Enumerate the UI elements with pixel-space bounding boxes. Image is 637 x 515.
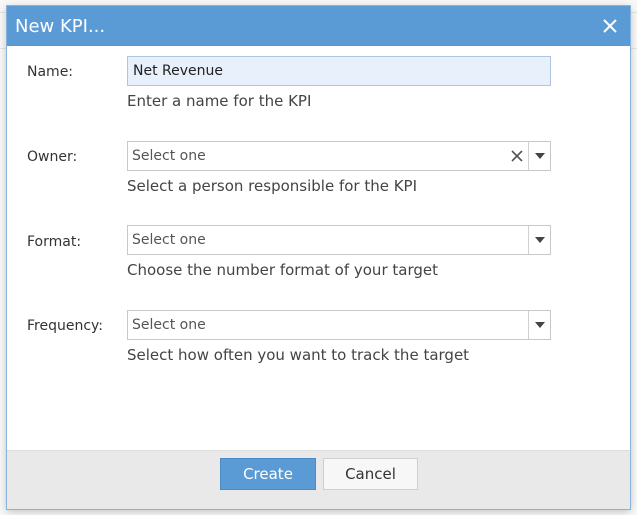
owner-label: Owner: bbox=[27, 149, 78, 165]
name-hint: Enter a name for the KPI bbox=[127, 92, 312, 110]
format-dropdown-button[interactable] bbox=[528, 226, 550, 254]
frequency-hint: Select how often you want to track the t… bbox=[127, 346, 470, 364]
format-hint: Choose the number format of your target bbox=[127, 261, 438, 279]
frequency-dropdown-button[interactable] bbox=[528, 311, 550, 339]
name-label: Name: bbox=[27, 64, 74, 80]
format-label: Format: bbox=[27, 234, 82, 250]
dialog-titlebar: New KPI... bbox=[7, 6, 630, 46]
cancel-button[interactable]: Cancel bbox=[323, 458, 418, 490]
clear-x-icon bbox=[511, 150, 523, 162]
dialog-footer: Create Cancel bbox=[7, 450, 630, 509]
close-button[interactable] bbox=[590, 6, 630, 46]
frequency-select-value: Select one bbox=[132, 317, 206, 333]
name-field[interactable] bbox=[127, 56, 551, 86]
frequency-select[interactable]: Select one bbox=[127, 310, 551, 340]
owner-select[interactable]: Select one bbox=[127, 141, 551, 171]
format-select[interactable]: Select one bbox=[127, 225, 551, 255]
create-button[interactable]: Create bbox=[220, 458, 316, 490]
caret-down-icon bbox=[534, 322, 545, 328]
caret-down-icon bbox=[534, 237, 545, 243]
frequency-label: Frequency: bbox=[27, 318, 104, 334]
caret-down-icon bbox=[534, 153, 545, 159]
owner-dropdown-button[interactable] bbox=[529, 142, 550, 170]
close-icon bbox=[603, 19, 617, 33]
format-select-value: Select one bbox=[132, 232, 206, 248]
name-input[interactable] bbox=[128, 63, 550, 79]
owner-hint: Select a person responsible for the KPI bbox=[127, 177, 418, 195]
owner-clear-button[interactable] bbox=[506, 142, 529, 170]
new-kpi-dialog: New KPI... Name: Enter a name for the KP… bbox=[7, 6, 630, 509]
owner-select-value: Select one bbox=[132, 148, 206, 164]
dialog-title: New KPI... bbox=[15, 15, 106, 37]
